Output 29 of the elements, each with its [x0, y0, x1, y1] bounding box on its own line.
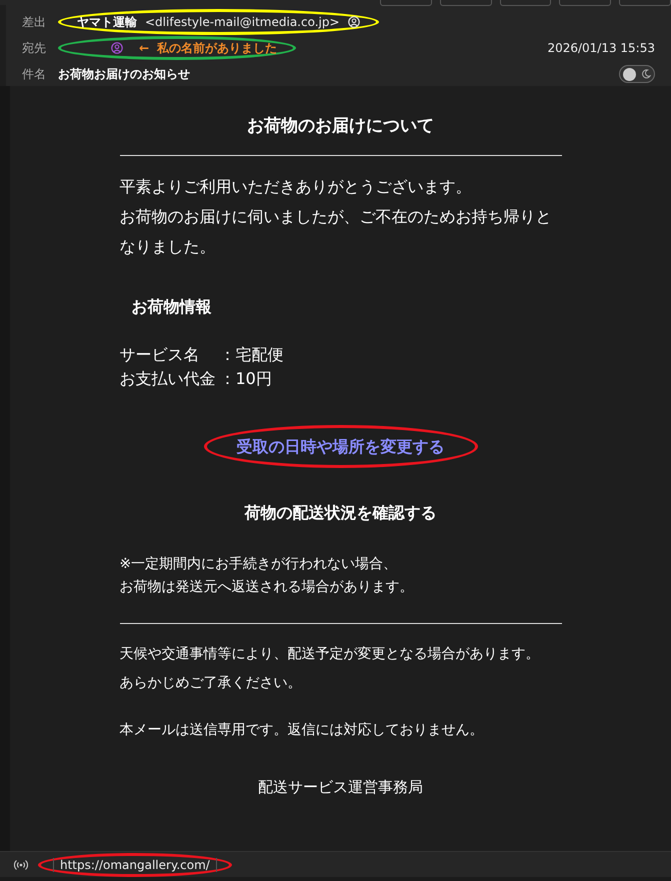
status-heading: 荷物の配送状況を確認する	[244, 502, 436, 524]
status-url: https://omangallery.com/	[53, 858, 217, 872]
subject-text: お荷物お届けのお知らせ	[58, 66, 190, 82]
subject-label: 件名	[22, 66, 47, 82]
to-label: 宛先	[22, 40, 47, 56]
notice-text: ※一定期間内にお手続きが行われない場合、	[120, 555, 398, 574]
annotation-note: 私の名前がありました	[157, 40, 278, 56]
arrow-icon: ←	[139, 41, 150, 55]
info-label: お支払い代金	[120, 368, 216, 390]
notice-text: お荷物は発送元へ返送される場合があります。	[120, 578, 414, 597]
body-text: 平素よりご利用いただきありがとうございます。	[120, 176, 472, 198]
sender-name: ヤマト運輸	[77, 14, 137, 30]
body-text: 天候や交通事情等により、配送予定が変更となる場合があります。	[120, 645, 540, 664]
change-delivery-link[interactable]: 受取の日時や場所を変更する	[236, 432, 444, 461]
email-heading: お荷物のお届けについて	[246, 115, 435, 138]
signature-text: 配送サービス運営事務局	[258, 777, 423, 798]
info-value: ：10円	[220, 368, 273, 390]
body-text: 本メールは送信専用です。返信には対応しておりません。	[120, 721, 484, 740]
body-text: あらかじめご了承ください。	[120, 674, 302, 693]
info-value: ：宅配便	[220, 344, 284, 366]
date-text: 2026/01/13 15:53	[547, 41, 655, 55]
section-heading: お荷物情報	[132, 296, 212, 318]
from-label: 差出	[22, 14, 47, 30]
theme-toggle[interactable]	[619, 65, 655, 83]
body-text: お荷物のお届けに伺いましたが、ご不在のためお持ち帰りとなりました。	[120, 206, 552, 258]
info-label: サービス名	[120, 344, 200, 366]
sender-address: <dlifestyle-mail@itmedia.co.jp>	[145, 15, 340, 29]
broadcast-icon	[14, 858, 28, 870]
moon-icon	[641, 69, 651, 79]
